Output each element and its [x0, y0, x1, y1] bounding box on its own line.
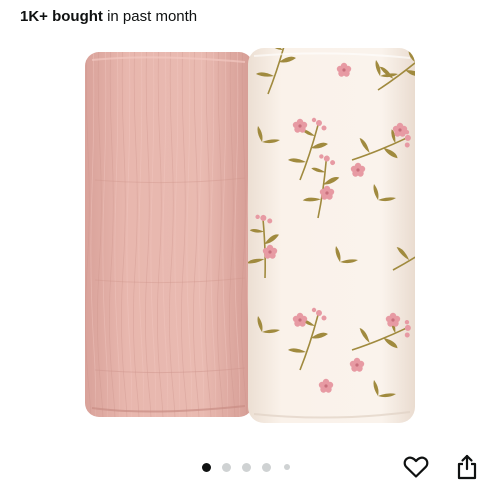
product-image[interactable]: [0, 30, 500, 440]
share-icon: [457, 454, 477, 480]
bought-period: in past month: [107, 8, 198, 25]
add-to-wishlist-button[interactable]: [401, 452, 431, 482]
carousel-dot-5[interactable]: [284, 464, 290, 470]
carousel-dot-2[interactable]: [222, 462, 231, 472]
heart-icon: [403, 456, 429, 478]
swaddle-blankets-image: [85, 48, 415, 423]
carousel-dot-3[interactable]: [242, 462, 251, 472]
image-carousel-indicator[interactable]: [202, 461, 301, 473]
bought-count: 1K+ bought: [20, 8, 103, 25]
share-button[interactable]: [452, 452, 482, 482]
product-page: 1K+ bought in past month: [0, 0, 500, 500]
carousel-dot-1[interactable]: [202, 462, 211, 472]
carousel-dot-4[interactable]: [262, 462, 271, 472]
bought-in-past-month: 1K+ bought in past month: [20, 7, 197, 27]
